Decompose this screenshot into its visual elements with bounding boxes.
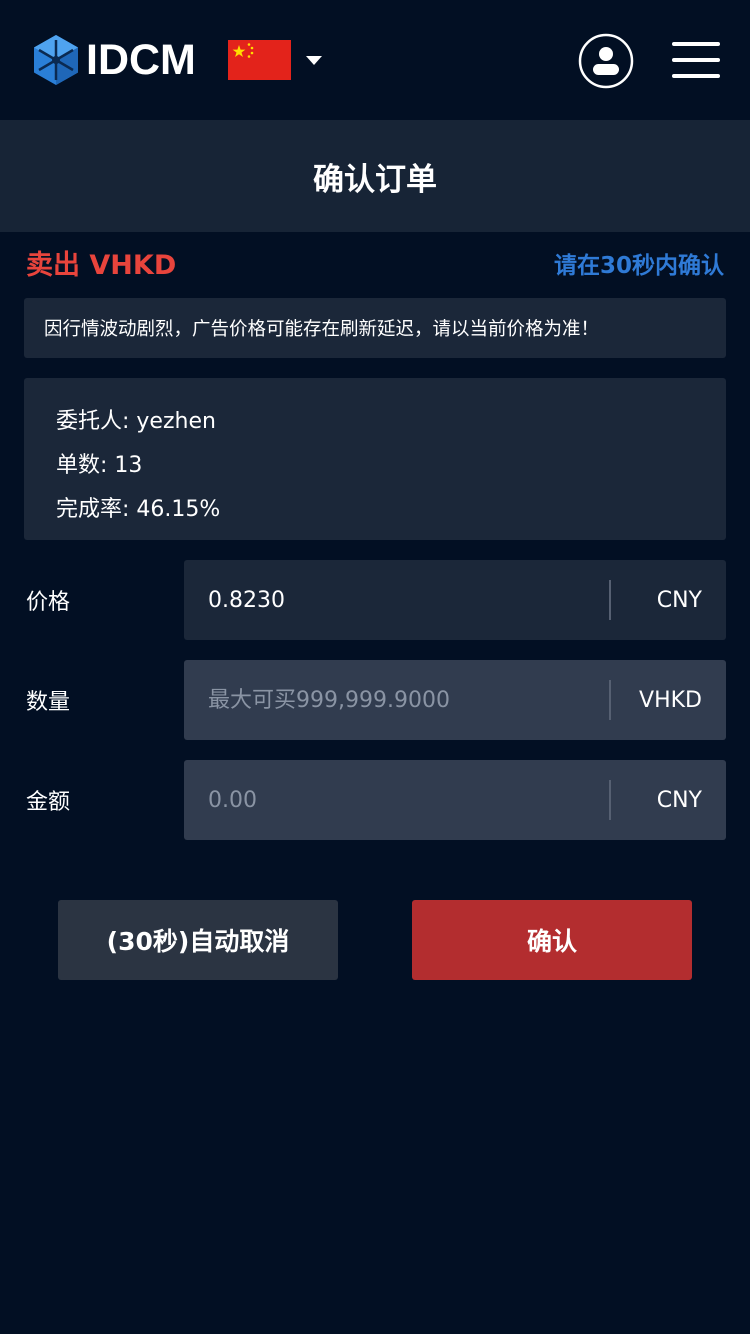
auto-cancel-button[interactable]: (30秒)自动取消 xyxy=(58,900,338,980)
order-side-label: 卖出 VHKD xyxy=(26,250,177,281)
quantity-field[interactable]: VHKD xyxy=(184,660,726,740)
amount-row: 金额 CNY xyxy=(0,760,750,840)
price-notice: 因行情波动剧烈，广告价格可能存在刷新延迟，请以当前价格为准！ xyxy=(24,298,726,358)
advertiser-info-card: 委托人: yezhen 单数: 13 完成率: 46.15% xyxy=(24,378,726,540)
quantity-unit: VHKD xyxy=(639,687,702,713)
advertiser-order-count: 单数: 13 xyxy=(56,453,143,478)
hamburger-menu-icon[interactable] xyxy=(670,40,722,80)
page-title: 确认订单 xyxy=(313,161,437,198)
advertiser-name: 委托人: yezhen xyxy=(56,409,216,434)
cn-flag-icon[interactable] xyxy=(228,40,291,80)
user-account-icon[interactable] xyxy=(578,33,634,89)
idcm-logo-icon[interactable] xyxy=(33,34,79,86)
price-label: 价格 xyxy=(26,590,71,615)
price-value: 0.8230 xyxy=(208,587,285,613)
price-field: 0.8230 CNY xyxy=(184,560,726,640)
quantity-input[interactable] xyxy=(184,660,609,740)
price-notice-text: 因行情波动剧烈，广告价格可能存在刷新延迟，请以当前价格为准！ xyxy=(44,319,600,340)
price-unit: CNY xyxy=(656,587,702,613)
top-navbar: IDCM xyxy=(0,0,750,120)
page-title-bar: 确认订单 xyxy=(0,120,750,232)
amount-unit: CNY xyxy=(656,787,702,813)
field-divider xyxy=(609,580,611,620)
quantity-row: 数量 VHKD xyxy=(0,660,750,740)
confirm-countdown: 请在30秒内确认 xyxy=(553,253,724,279)
field-divider xyxy=(609,680,611,720)
chevron-down-icon[interactable] xyxy=(305,54,323,66)
confirm-button[interactable]: 确认 xyxy=(412,900,692,980)
price-row: 价格 0.8230 CNY xyxy=(0,560,750,640)
field-divider xyxy=(609,780,611,820)
amount-label: 金额 xyxy=(26,790,71,815)
advertiser-completion-rate: 完成率: 46.15% xyxy=(56,497,221,522)
amount-field[interactable]: CNY xyxy=(184,760,726,840)
amount-input[interactable] xyxy=(184,760,609,840)
logo-text[interactable]: IDCM xyxy=(86,36,196,84)
quantity-label: 数量 xyxy=(26,690,71,715)
